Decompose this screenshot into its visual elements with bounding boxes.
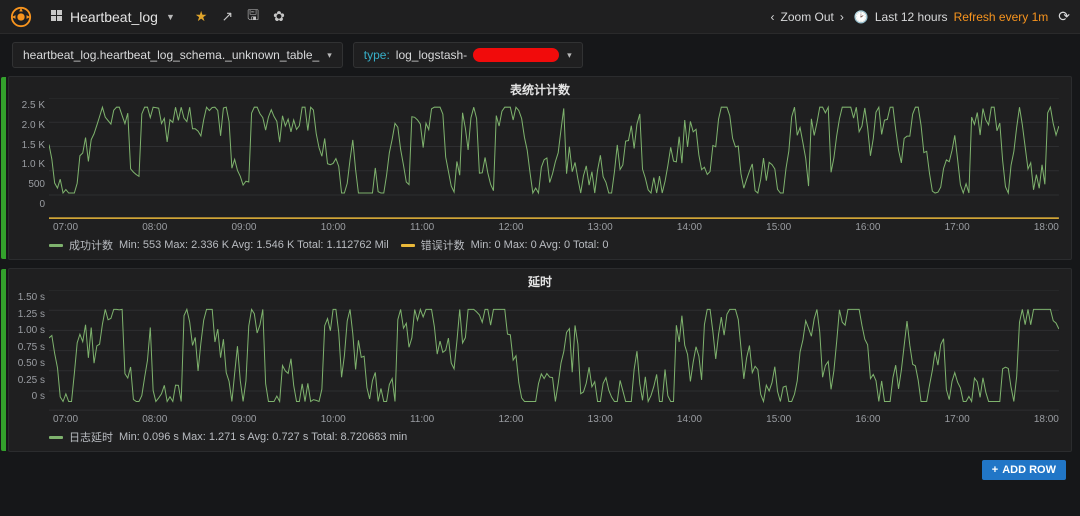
series-latency bbox=[49, 309, 1059, 401]
legend-name: 成功计数 bbox=[69, 237, 113, 253]
tick-label: 1.25 s bbox=[18, 309, 45, 320]
legend-name: 错误计数 bbox=[421, 237, 465, 253]
topbar-right: ‹ Zoom Out › 🕑 Last 12 hours Refresh eve… bbox=[771, 8, 1070, 25]
legend-swatch bbox=[49, 244, 63, 247]
chart-svg bbox=[49, 290, 1059, 411]
legend: 日志延时 Min: 0.096 s Max: 1.271 s Avg: 0.72… bbox=[9, 425, 1071, 451]
add-row-button[interactable]: + ADD ROW bbox=[982, 460, 1066, 480]
refresh-icon[interactable]: ⟳ bbox=[1058, 8, 1070, 25]
var-type-value: log_logstash- bbox=[396, 48, 467, 62]
panel-table-count: 表统计计数 2.5 K2.0 K1.5 K1.0 K5000 07:0008:0… bbox=[8, 76, 1072, 260]
share-icon[interactable]: ↗ bbox=[221, 8, 233, 25]
tick-label: 0.25 s bbox=[18, 375, 45, 386]
tick-label: 0.75 s bbox=[18, 342, 45, 353]
plot-area[interactable] bbox=[49, 290, 1059, 416]
tick-label: 2.0 K bbox=[22, 120, 45, 131]
plot-area[interactable] bbox=[49, 98, 1059, 224]
row-handle[interactable] bbox=[1, 77, 6, 259]
legend-item[interactable]: 成功计数 Min: 553 Max: 2.336 K Avg: 1.546 K … bbox=[49, 237, 389, 253]
redacted-segment bbox=[473, 48, 559, 62]
var-type-key: type: bbox=[364, 48, 390, 62]
legend-stats: Min: 553 Max: 2.336 K Avg: 1.546 K Total… bbox=[119, 239, 389, 251]
caret-down-icon: ▾ bbox=[567, 50, 572, 61]
plus-icon: + bbox=[992, 464, 998, 476]
zoom-label: Zoom Out bbox=[781, 10, 834, 24]
panel-title: 表统计计数 bbox=[9, 77, 1071, 98]
toolbar-icons: ★ ↗ 🖫 ✿ bbox=[195, 5, 285, 29]
caret-down-icon: ▾ bbox=[327, 50, 332, 61]
tick-label: 1.0 K bbox=[22, 159, 45, 170]
star-icon[interactable]: ★ bbox=[195, 8, 208, 25]
dashboard-title: Heartbeat_log bbox=[70, 9, 158, 25]
clock-icon: 🕑 bbox=[854, 10, 869, 24]
legend: 成功计数 Min: 553 Max: 2.336 K Avg: 1.546 K … bbox=[9, 233, 1071, 259]
var-table-picker[interactable]: heartbeat_log.heartbeat_log_schema._unkn… bbox=[12, 42, 343, 68]
save-icon[interactable]: 🖫 bbox=[247, 5, 259, 29]
chart-svg bbox=[49, 98, 1059, 219]
legend-stats: Min: 0 Max: 0 Avg: 0 Total: 0 bbox=[471, 239, 609, 251]
panel-title: 延时 bbox=[9, 269, 1071, 290]
y-axis: 1.50 s 1.25 s 1.00 s 0.75 s 0.50 s 0.25 s 0 s bbox=[9, 290, 49, 416]
time-range-picker[interactable]: 🕑 Last 12 hours Refresh every 1m bbox=[854, 10, 1048, 24]
zoom-out-button[interactable]: ‹ Zoom Out › bbox=[771, 10, 844, 24]
legend-swatch bbox=[401, 244, 415, 247]
tick-label: 0 bbox=[39, 199, 45, 210]
legend-swatch bbox=[49, 436, 63, 439]
gear-icon[interactable]: ✿ bbox=[273, 8, 285, 25]
panels-container: 表统计计数 2.5 K2.0 K1.5 K1.0 K5000 07:0008:0… bbox=[0, 76, 1080, 458]
legend-stats: Min: 0.096 s Max: 1.271 s Avg: 0.727 s T… bbox=[119, 431, 407, 443]
chevron-left-icon: ‹ bbox=[771, 10, 775, 24]
row-handle[interactable] bbox=[1, 269, 6, 451]
template-vars-row: heartbeat_log.heartbeat_log_schema._unkn… bbox=[0, 34, 1080, 76]
tick-label: 0.50 s bbox=[18, 358, 45, 369]
legend-item[interactable]: 错误计数 Min: 0 Max: 0 Avg: 0 Total: 0 bbox=[401, 237, 609, 253]
panel-latency: 延时 1.50 s 1.25 s 1.00 s 0.75 s 0.50 s 0.25 s 0… bbox=[8, 268, 1072, 452]
refresh-interval-label: Refresh every 1m bbox=[954, 10, 1049, 24]
tick-label: 1.5 K bbox=[22, 140, 45, 151]
var-table-value: heartbeat_log.heartbeat_log_schema._unkn… bbox=[23, 48, 319, 62]
tick-label: 2.5 K bbox=[22, 100, 45, 111]
grid-icon bbox=[50, 10, 64, 24]
series-success bbox=[49, 107, 1059, 193]
tick-label: 0 s bbox=[32, 391, 45, 402]
dashboard-picker[interactable]: Heartbeat_log ▼ bbox=[42, 5, 183, 29]
grafana-logo bbox=[10, 6, 32, 28]
panel-body: 1.50 s 1.25 s 1.00 s 0.75 s 0.50 s 0.25 s 0 s bbox=[9, 290, 1071, 416]
topbar: Heartbeat_log ▼ ★ ↗ 🖫 ✿ ‹ Zoom Out › 🕑 L… bbox=[0, 0, 1080, 34]
add-row-row: + ADD ROW bbox=[0, 458, 1080, 480]
legend-name: 日志延时 bbox=[69, 429, 113, 445]
y-axis: 2.5 K 2.0 K 1.5 K 1.0 K 500 0 bbox=[9, 98, 49, 224]
var-type-picker[interactable]: type: log_logstash- ▾ bbox=[353, 42, 583, 68]
legend-item[interactable]: 日志延时 Min: 0.096 s Max: 1.271 s Avg: 0.72… bbox=[49, 429, 407, 445]
add-row-label: ADD ROW bbox=[1002, 464, 1056, 476]
tick-label: 1.50 s bbox=[18, 292, 45, 303]
tick-label: 1.00 s bbox=[18, 325, 45, 336]
timerange-label: Last 12 hours bbox=[875, 10, 948, 24]
caret-down-icon: ▼ bbox=[166, 12, 175, 22]
panel-body: 2.5 K 2.0 K 1.5 K 1.0 K 500 0 bbox=[9, 98, 1071, 224]
chevron-right-icon: › bbox=[840, 10, 844, 24]
gridlines bbox=[49, 98, 1059, 218]
tick-label: 500 bbox=[28, 179, 45, 190]
